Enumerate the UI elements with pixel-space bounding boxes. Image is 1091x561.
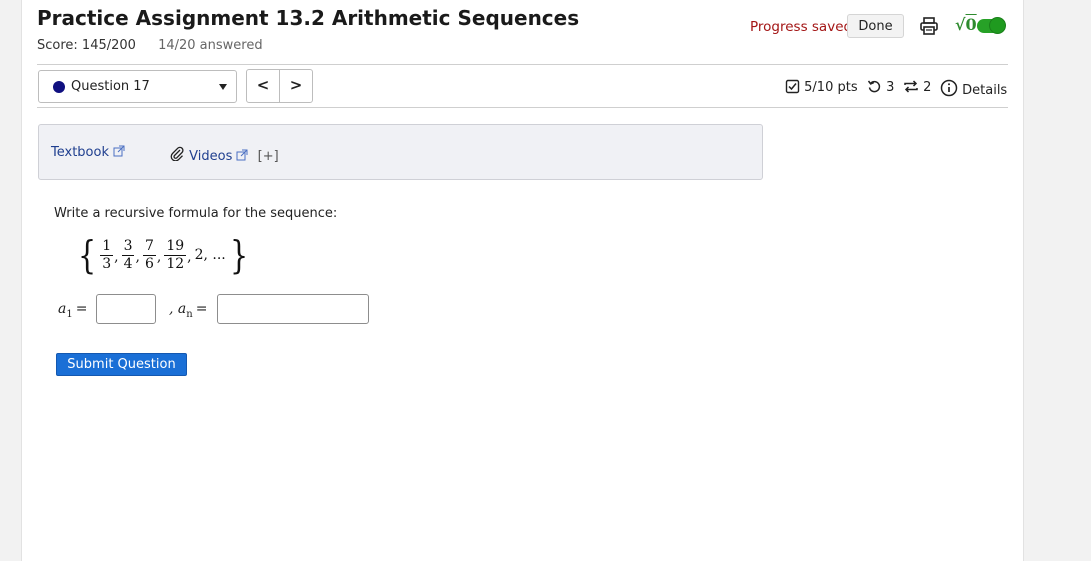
videos-label: Videos (189, 149, 233, 164)
open-brace: { (78, 233, 97, 277)
retries-count: 3 (886, 80, 895, 95)
term-separator: , (156, 249, 162, 265)
submit-question-button[interactable]: Submit Question (56, 353, 187, 376)
next-question-button[interactable]: > (279, 69, 313, 103)
points-text: 5/10 pts (804, 80, 858, 95)
previous-question-button[interactable]: < (246, 69, 280, 103)
question-select[interactable]: Question 17 (38, 70, 237, 103)
resources-panel: Textbook Videos [+] (38, 124, 763, 180)
info-icon (940, 79, 958, 97)
external-link-icon (236, 149, 248, 161)
sequence-term: 1 3 (100, 237, 114, 273)
textbook-label: Textbook (51, 145, 109, 160)
term-denominator: 3 (102, 255, 112, 272)
videos-link[interactable]: Videos [+] (169, 145, 279, 164)
close-brace: } (229, 233, 248, 277)
checkbox-icon (785, 79, 800, 94)
toggle-knob (989, 17, 1006, 34)
equals-sign: = (75, 301, 88, 317)
a1-subscript: 1 (66, 308, 73, 320)
details-label: Details (962, 83, 1008, 98)
question-select-label: Question 17 (71, 79, 150, 94)
page-title: Practice Assignment 13.2 Arithmetic Sequ… (37, 6, 580, 30)
details-link[interactable]: Details (940, 79, 1007, 98)
textbook-link[interactable]: Textbook (51, 145, 125, 160)
answered-count: 14/20 answered (158, 38, 263, 53)
term-separator: , (135, 249, 140, 265)
term-numerator: 7 (142, 237, 156, 256)
term-separator: , (114, 249, 119, 265)
divider (37, 64, 1008, 65)
term-separator: , (187, 249, 192, 265)
math-symbol-icon[interactable]: √0 (955, 15, 977, 34)
external-link-icon (113, 145, 125, 157)
sequence-display: { 1 3 , 3 4 , 7 6 , 19 12 , 2, ... } (75, 232, 251, 278)
sequence-term: 7 6 (142, 237, 156, 273)
score-text: Score: 145/200 (37, 38, 136, 53)
printer-icon[interactable] (919, 16, 939, 36)
term-denominator: 6 (144, 255, 154, 272)
points-indicator: 5/10 pts (785, 79, 858, 95)
attempts-count: 2 (923, 80, 932, 95)
caret-down-icon (219, 84, 227, 90)
assignment-page: Practice Assignment 13.2 Arithmetic Sequ… (21, 0, 1024, 561)
an-answer-input[interactable] (217, 294, 369, 324)
question-prompt: Write a recursive formula for the sequen… (54, 206, 338, 221)
term-denominator: 4 (123, 255, 133, 272)
paperclip-icon (170, 146, 184, 162)
term-numerator: 19 (164, 237, 187, 256)
sequence-tail: 2, ... (194, 247, 226, 263)
an-subscript: n (186, 308, 193, 320)
separator-comma: , (169, 301, 174, 317)
done-button[interactable]: Done (847, 14, 904, 38)
status-dot-icon (53, 81, 65, 93)
equals-sign: = (195, 301, 208, 317)
divider (37, 107, 1008, 108)
sequence-term: 19 12 (164, 237, 187, 273)
term-numerator: 3 (121, 237, 135, 256)
a1-label: a1 = (58, 301, 87, 320)
an-symbol: a (177, 301, 187, 317)
retries-indicator: 3 (867, 79, 894, 95)
term-denominator: 12 (166, 255, 185, 272)
repeat-icon (904, 80, 918, 93)
retry-icon (867, 80, 881, 93)
expand-resources-button[interactable]: [+] (258, 149, 279, 164)
toggle-switch[interactable] (977, 17, 1006, 34)
sequence-term: 3 4 (121, 237, 135, 273)
progress-saved-status: Progress saved (750, 19, 853, 35)
an-label: , an = (169, 301, 207, 320)
term-numerator: 1 (100, 237, 114, 256)
score-line: Score: 145/200 14/20 answered (37, 38, 263, 53)
a1-answer-input[interactable] (96, 294, 156, 324)
attempts-indicator: 2 (903, 79, 931, 95)
